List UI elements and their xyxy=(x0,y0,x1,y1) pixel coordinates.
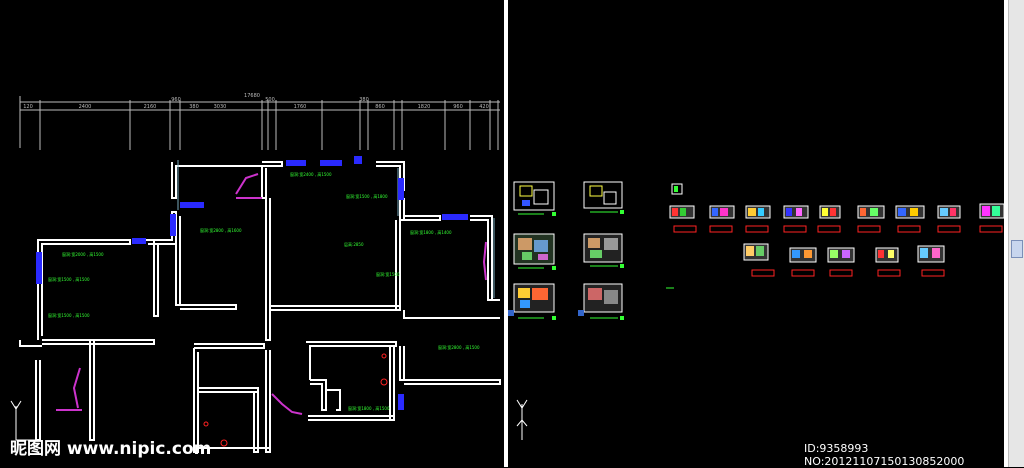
elevation-thumbnail xyxy=(827,247,855,277)
watermark-id: ID:9358993 NO:20121107150130852000 xyxy=(804,442,965,468)
thumbnail xyxy=(583,181,624,214)
elevation-thumbnail xyxy=(817,205,841,233)
dim-label: 860 xyxy=(375,104,385,110)
elevation-thumbnail xyxy=(789,247,817,277)
floor-plan-drawing: 17680 120 2400 2160 960 380 3030 500 176… xyxy=(10,93,501,453)
room-label: 窗洞:宽2800 , 高1500 xyxy=(438,344,480,350)
window xyxy=(170,214,176,236)
elevation-thumbnail xyxy=(669,205,697,233)
window xyxy=(398,178,404,200)
window xyxy=(354,156,362,164)
thumbnail xyxy=(513,181,556,216)
room-label: 窗洞:宽1500 , 高1800 xyxy=(346,193,388,199)
room-label: 窗洞:宽2000 , 高1500 xyxy=(62,251,104,257)
elevation-thumbnail xyxy=(857,205,885,233)
dim-label: 2160 xyxy=(144,104,157,110)
room-label: 层高:2850 xyxy=(344,241,364,247)
window xyxy=(286,160,306,166)
dim-label: 960 xyxy=(453,104,463,110)
thumbnail xyxy=(513,233,556,270)
room-labels: 窗洞:宽2000 , 高1500 窗洞:宽1500 , 高1500 窗洞:宽28… xyxy=(48,171,480,411)
left-viewport[interactable]: 17680 120 2400 2160 960 380 3030 500 176… xyxy=(0,0,504,467)
dim-label: 1760 xyxy=(294,104,307,110)
room-label: 窗洞:宽2400 , 高1500 xyxy=(290,171,332,177)
elevation-thumbnail xyxy=(743,243,775,277)
scroll-thumb[interactable] xyxy=(1011,240,1023,258)
dim-label: 1820 xyxy=(418,104,431,110)
elevation-thumbnail xyxy=(875,247,901,277)
dim-label: 960 xyxy=(171,97,181,103)
vertical-scrollbar[interactable] xyxy=(1008,0,1024,467)
thumbnail xyxy=(583,233,624,268)
window xyxy=(398,394,404,410)
room-label: 窗洞:宽1500 , 高1500 xyxy=(48,312,90,318)
room-label: 窗洞:宽1500 xyxy=(376,271,400,277)
elevation-thumbnail xyxy=(979,203,1005,233)
ceiling-markers xyxy=(203,353,388,447)
thumbnail xyxy=(578,283,624,320)
room-label: 窗洞:宽2800 , 高1600 xyxy=(200,227,242,233)
window xyxy=(180,202,204,208)
elevation-thumbnail xyxy=(783,205,809,233)
room-label: 窗洞:宽1800 , 高1500 xyxy=(348,405,390,411)
room-label: 窗洞:宽1800 , 高1400 xyxy=(410,229,452,235)
dim-label: 420 xyxy=(479,104,489,110)
elevation-row-1 xyxy=(669,203,1005,233)
dim-label: 380 xyxy=(359,97,369,103)
dim-label: 380 xyxy=(189,104,199,110)
ucs-axis-icon xyxy=(516,399,528,440)
elevation-thumbnail xyxy=(709,205,735,233)
right-viewport[interactable] xyxy=(508,0,1008,467)
watermark-logo: 昵图网 www.nipic.com xyxy=(10,439,212,459)
walls xyxy=(19,161,501,453)
small-marks xyxy=(666,183,683,289)
window xyxy=(442,214,468,220)
elevation-thumbnail xyxy=(937,205,961,233)
thumbnail xyxy=(508,283,556,320)
sheet-thumbnails-drawing xyxy=(508,181,1005,440)
overall-dimension-text: 17680 xyxy=(244,93,260,99)
window xyxy=(36,252,42,284)
elevation-row-2 xyxy=(743,243,945,277)
elevation-thumbnail xyxy=(745,205,771,233)
dim-label: 2400 xyxy=(79,104,92,110)
floor-plan-thumbnails xyxy=(508,181,624,320)
window xyxy=(320,160,342,166)
room-label: 窗洞:宽1500 , 高1500 xyxy=(48,276,90,282)
elevation-thumbnail xyxy=(917,245,945,277)
cad-application: 17680 120 2400 2160 960 380 3030 500 176… xyxy=(0,0,1024,468)
elevation-thumbnail xyxy=(895,205,925,233)
window xyxy=(132,238,146,244)
dim-label: 120 xyxy=(23,104,33,110)
dim-label: 500 xyxy=(265,97,275,103)
dim-label: 3030 xyxy=(214,104,227,110)
